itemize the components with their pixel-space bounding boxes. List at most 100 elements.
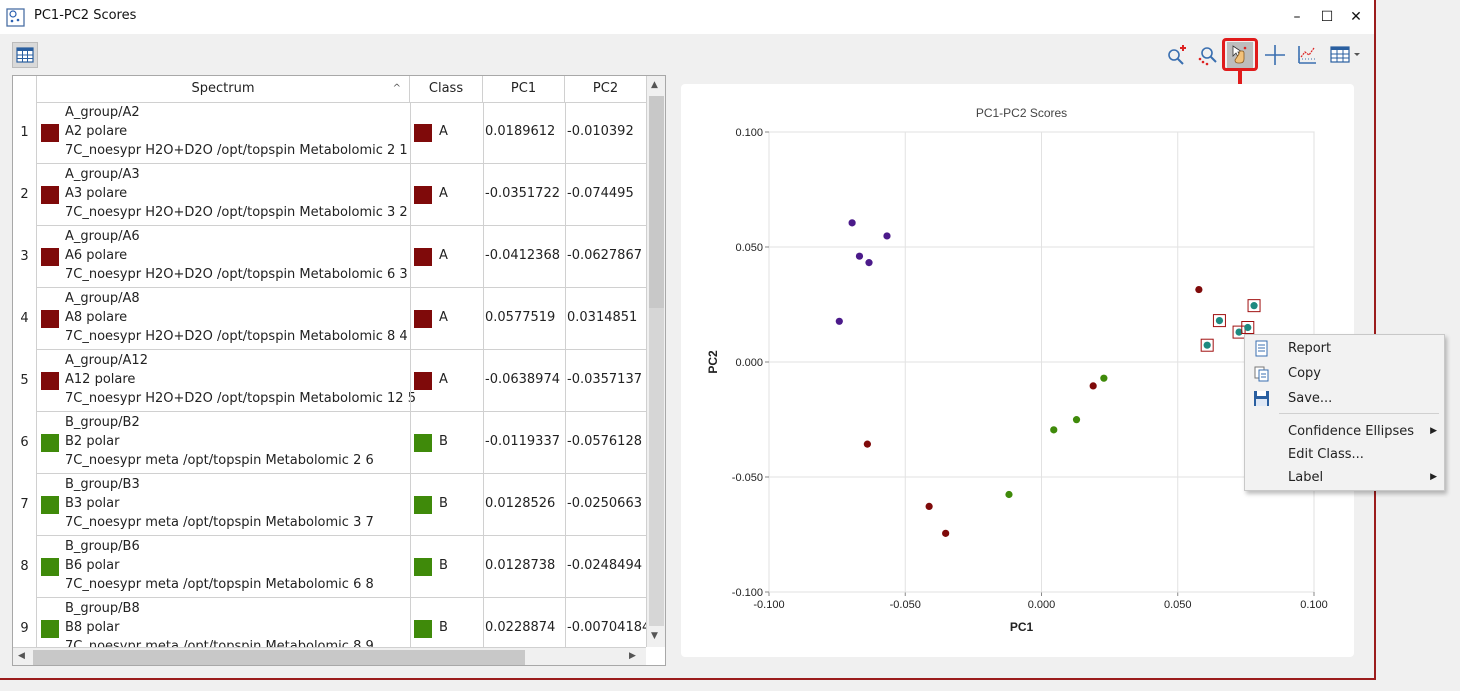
column-divider bbox=[483, 412, 484, 474]
spectrum-path: 7C_noesypr H2O+D2O /opt/topspin Metabolo… bbox=[65, 205, 408, 220]
table-row[interactable]: 5 A_group/A12 A12 polare 7C_noesypr H2O+D2O… bbox=[13, 350, 646, 412]
class-color-swatch bbox=[41, 310, 59, 328]
horizontal-scroll-thumb[interactable] bbox=[33, 650, 525, 665]
spectrum-group: A_group/A8 bbox=[65, 291, 140, 306]
pc2-cell: -0.010392 bbox=[567, 124, 634, 139]
spectrum-group: B_group/B2 bbox=[65, 415, 140, 430]
pc2-cell: -0.0576128 bbox=[567, 434, 642, 449]
pc1-cell: 0.0128738 bbox=[485, 558, 556, 573]
pc1-cell: -0.0412368 bbox=[485, 248, 560, 263]
table-toggle-button[interactable] bbox=[12, 42, 38, 68]
menu-item-report[interactable]: Report bbox=[1245, 337, 1444, 360]
scroll-right-icon[interactable]: ▶ bbox=[629, 651, 636, 661]
spectrum-name: A3 polare bbox=[65, 186, 128, 201]
menu-item-confidence-ellipses[interactable]: Confidence Ellipses ▶ bbox=[1245, 420, 1444, 443]
column-divider bbox=[565, 226, 566, 288]
scores-table[interactable]: Spectrum ^ Class PC1 PC2 1 A_group/A2 A2 p… bbox=[12, 75, 666, 666]
column-header-class[interactable]: Class bbox=[410, 76, 483, 102]
column-header-spectrum[interactable]: Spectrum ^ bbox=[37, 76, 410, 102]
maximize-button[interactable]: ☐ bbox=[1313, 5, 1341, 29]
class-cell: A bbox=[439, 124, 448, 139]
vertical-scroll-track[interactable] bbox=[649, 308, 664, 626]
column-divider bbox=[483, 102, 484, 164]
column-divider bbox=[565, 164, 566, 226]
data-point bbox=[1244, 323, 1252, 332]
class-color-swatch bbox=[414, 372, 432, 390]
scores-window: PC1-PC2 Scores – ☐ ✕ Spectrum ^ Class PC… bbox=[0, 0, 1376, 680]
menu-item-label: Copy bbox=[1288, 366, 1321, 381]
table-header: Spectrum ^ Class PC1 PC2 bbox=[13, 76, 646, 103]
row-number: 7 bbox=[13, 474, 37, 536]
submenu-arrow-icon: ▶ bbox=[1430, 426, 1437, 436]
column-divider bbox=[483, 474, 484, 536]
highlight-box bbox=[1222, 38, 1258, 71]
table-view-icon[interactable] bbox=[1328, 42, 1362, 68]
spectrum-path: 7C_noesypr H2O+D2O /opt/topspin Metabolo… bbox=[65, 143, 408, 158]
column-header-pc1[interactable]: PC1 bbox=[483, 76, 565, 102]
pc2-cell: -0.0250663 bbox=[567, 496, 642, 511]
column-divider bbox=[410, 226, 411, 288]
class-color-swatch bbox=[414, 620, 432, 638]
zoom-select-icon[interactable] bbox=[1196, 42, 1222, 68]
column-divider bbox=[483, 598, 484, 647]
class-color-swatch bbox=[41, 124, 59, 142]
row-number: 4 bbox=[13, 288, 37, 350]
data-point bbox=[848, 219, 856, 227]
x-axis-label: PC1 bbox=[1010, 620, 1034, 634]
class-cell: A bbox=[439, 310, 448, 325]
spectrum-name: B2 polar bbox=[65, 434, 120, 449]
menu-item-label: Confidence Ellipses bbox=[1288, 424, 1415, 439]
scroll-down-icon[interactable]: ▼ bbox=[651, 631, 658, 641]
horizontal-scrollbar[interactable]: ◀ ▶ bbox=[13, 647, 646, 665]
table-row[interactable]: 7 B_group/B3 B3 polar 7C_noesypr meta /opt/… bbox=[13, 474, 646, 536]
y-tick-label: -0.050 bbox=[732, 472, 763, 484]
row-number: 5 bbox=[13, 350, 37, 412]
class-cell: B bbox=[439, 434, 448, 449]
crosshair-icon[interactable] bbox=[1262, 42, 1288, 68]
data-point bbox=[1203, 341, 1211, 349]
spectrum-name: B6 polar bbox=[65, 558, 120, 573]
table-row[interactable]: 3 A_group/A6 A6 polare 7C_noesypr H2O+D2O /… bbox=[13, 226, 646, 288]
menu-item-copy[interactable]: Copy bbox=[1245, 362, 1444, 385]
spectrum-path: 7C_noesypr meta /opt/topspin Metabolomic… bbox=[65, 515, 374, 530]
scroll-up-icon[interactable]: ▲ bbox=[651, 80, 658, 90]
class-color-swatch bbox=[41, 372, 59, 390]
column-divider bbox=[483, 288, 484, 350]
table-row[interactable]: 9 B_group/B8 B8 polar 7C_noesypr meta /opt/… bbox=[13, 598, 646, 647]
x-tick-label: -0.100 bbox=[753, 599, 784, 611]
menu-item-save[interactable]: Save... bbox=[1245, 387, 1444, 410]
table-row[interactable]: 1 A_group/A2 A2 polare 7C_noesypr H2O+D2O /… bbox=[13, 102, 646, 164]
pc2-cell: -0.0357137 bbox=[567, 372, 642, 387]
pc2-cell: -0.074495 bbox=[567, 186, 634, 201]
menu-item-edit-class[interactable]: Edit Class... bbox=[1245, 443, 1444, 466]
pc1-cell: -0.0638974 bbox=[485, 372, 560, 387]
vertical-scroll-thumb[interactable] bbox=[649, 96, 664, 308]
x-tick-label: 0.100 bbox=[1300, 599, 1328, 611]
chart-title: PC1-PC2 Scores bbox=[976, 106, 1067, 120]
class-color-swatch bbox=[414, 496, 432, 514]
table-row[interactable]: 6 B_group/B2 B2 polar 7C_noesypr meta /opt/… bbox=[13, 412, 646, 474]
minimize-button[interactable]: – bbox=[1283, 5, 1311, 29]
column-header-pc2[interactable]: PC2 bbox=[565, 76, 646, 102]
scroll-left-icon[interactable]: ◀ bbox=[18, 651, 25, 661]
row-number: 1 bbox=[13, 102, 37, 164]
column-divider bbox=[565, 536, 566, 598]
spectrum-path: 7C_noesypr H2O+D2O /opt/topspin Metabolo… bbox=[65, 329, 408, 344]
menu-item-label-submenu[interactable]: Label ▶ bbox=[1245, 466, 1444, 489]
vertical-scrollbar[interactable]: ▲ ▼ bbox=[646, 76, 665, 647]
close-button[interactable]: ✕ bbox=[1342, 5, 1370, 29]
table-row[interactable]: 2 A_group/A3 A3 polare 7C_noesypr H2O+D2O /… bbox=[13, 164, 646, 226]
table-row[interactable]: 4 A_group/A8 A8 polare 7C_noesypr H2O+D2O /… bbox=[13, 288, 646, 350]
column-divider bbox=[410, 164, 411, 226]
column-divider bbox=[565, 288, 566, 350]
axis-settings-icon[interactable] bbox=[1294, 42, 1320, 68]
table-row[interactable]: 8 B_group/B6 B6 polar 7C_noesypr meta /opt/… bbox=[13, 536, 646, 598]
column-divider bbox=[410, 102, 411, 164]
data-point bbox=[863, 440, 871, 448]
data-point bbox=[883, 232, 891, 240]
pc1-cell: -0.0351722 bbox=[485, 186, 560, 201]
spectrum-group: A_group/A6 bbox=[65, 229, 140, 244]
zoom-in-icon[interactable] bbox=[1164, 42, 1190, 68]
data-point bbox=[1195, 285, 1203, 294]
class-color-swatch bbox=[414, 434, 432, 452]
